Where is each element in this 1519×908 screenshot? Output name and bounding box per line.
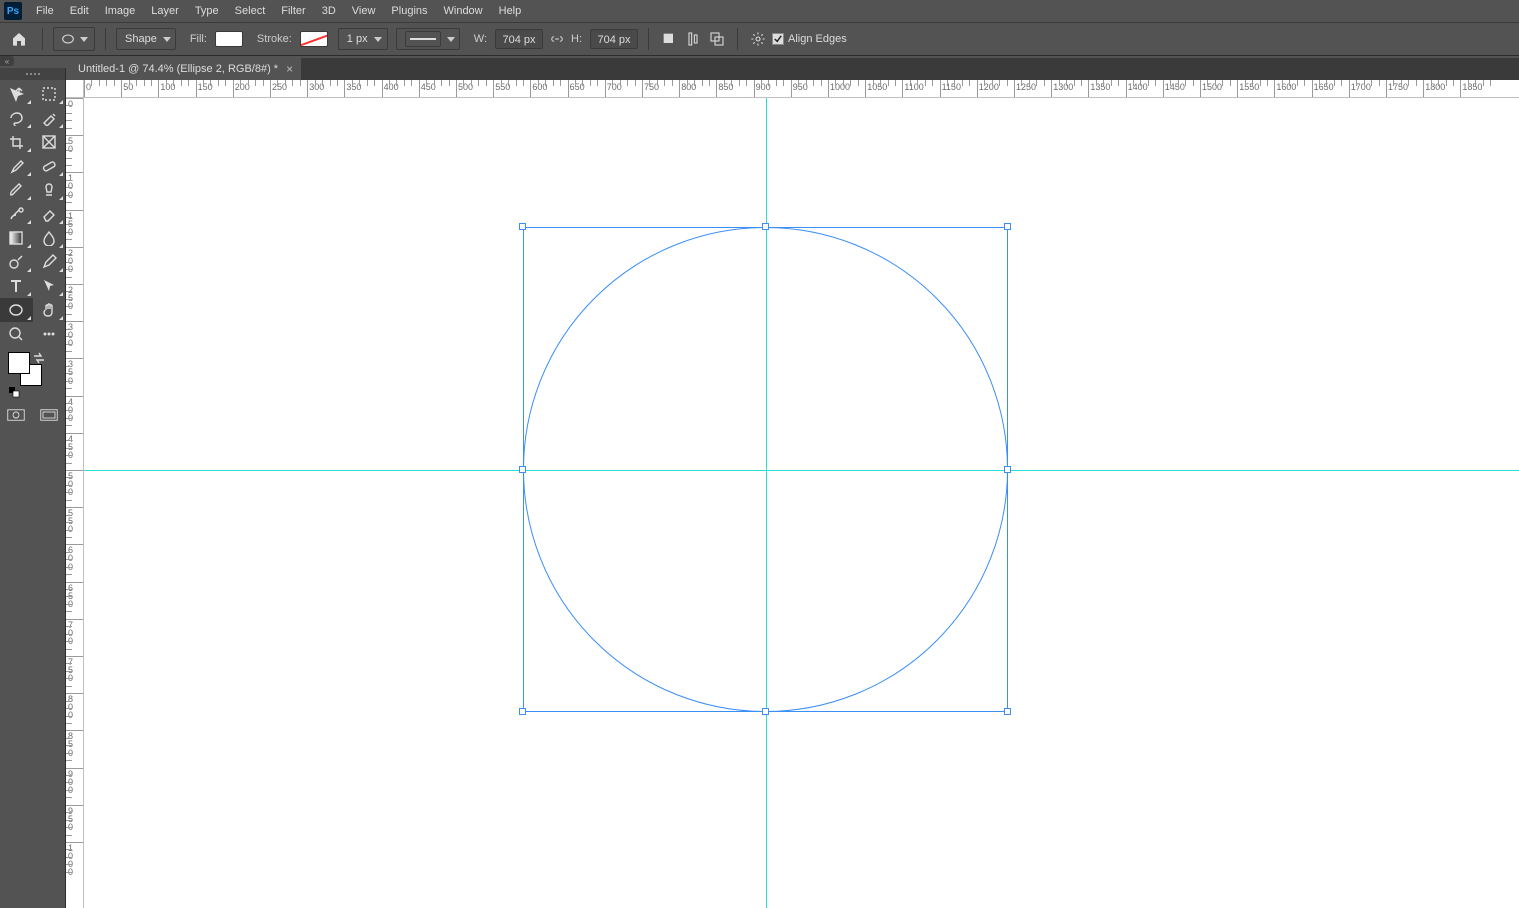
stroke-style-preview <box>405 31 441 47</box>
eraser-tool[interactable] <box>33 202 66 226</box>
transform-handle[interactable] <box>519 466 526 473</box>
app-logo: Ps <box>4 2 22 20</box>
divider <box>105 28 106 50</box>
zoom-tool[interactable] <box>0 322 33 346</box>
lasso-tool[interactable] <box>0 106 33 130</box>
divider <box>648 28 649 50</box>
transform-handle[interactable] <box>519 708 526 715</box>
crop-tool[interactable] <box>0 130 33 154</box>
options-bar: Shape Fill: Stroke: 1 px W: 704 px H: 70… <box>0 22 1519 56</box>
ruler-origin[interactable] <box>66 80 84 98</box>
shape-height-input[interactable]: 704 px <box>590 29 638 49</box>
path-operations-button[interactable] <box>659 29 679 49</box>
tool-preset-picker[interactable] <box>53 27 95 51</box>
home-button[interactable] <box>6 26 32 52</box>
shape-width-input[interactable]: 704 px <box>495 29 543 49</box>
stroke-style-dropdown[interactable] <box>396 28 460 50</box>
divider <box>42 28 43 50</box>
panel-collapse-handle[interactable]: « <box>0 56 14 66</box>
move-tool[interactable] <box>0 82 33 106</box>
path-select-tool[interactable] <box>33 274 66 298</box>
quick-select-tool[interactable] <box>33 106 66 130</box>
checkbox-icon <box>772 33 784 45</box>
pen-tool[interactable] <box>33 250 66 274</box>
menu-bar: Ps FileEditImageLayerTypeSelectFilter3DV… <box>0 0 1519 22</box>
transform-handle[interactable] <box>519 223 526 230</box>
menu-view[interactable]: View <box>344 1 384 21</box>
stroke-swatch[interactable] <box>300 31 328 47</box>
divider <box>737 28 738 50</box>
fill-swatch[interactable] <box>215 31 243 47</box>
menu-3d[interactable]: 3D <box>314 1 344 21</box>
default-colors-icon[interactable] <box>8 386 20 398</box>
link-wh-icon[interactable] <box>547 29 567 49</box>
chevron-down-icon <box>374 37 382 42</box>
hand-tool[interactable] <box>33 298 66 322</box>
blur-tool[interactable] <box>33 226 66 250</box>
vertical-ruler[interactable]: 05 01 0 01 5 02 0 02 5 03 0 03 5 04 0 04… <box>66 98 84 908</box>
healing-tool[interactable] <box>33 154 66 178</box>
shape-options-button[interactable] <box>748 29 768 49</box>
transform-handle[interactable] <box>1004 223 1011 230</box>
stroke-width-value: 1 px <box>347 33 368 45</box>
transform-handle[interactable] <box>1004 708 1011 715</box>
menu-image[interactable]: Image <box>97 1 144 21</box>
stroke-label: Stroke: <box>257 33 292 45</box>
menu-layer[interactable]: Layer <box>143 1 187 21</box>
close-icon[interactable]: × <box>286 62 293 76</box>
path-arrangement-button[interactable] <box>707 29 727 49</box>
menu-type[interactable]: Type <box>187 1 227 21</box>
dodge-tool[interactable] <box>0 250 33 274</box>
document-tab[interactable]: Untitled-1 @ 74.4% (Ellipse 2, RGB/8#) *… <box>66 58 301 80</box>
stamp-tool[interactable] <box>33 178 66 202</box>
horizontal-ruler[interactable]: 0501001502002503003504004505005506006507… <box>84 80 1519 98</box>
canvas[interactable] <box>84 98 1519 908</box>
canvas-host: 0501001502002503003504004505005506006507… <box>66 80 1519 908</box>
menu-filter[interactable]: Filter <box>273 1 313 21</box>
brush-tool[interactable] <box>0 178 33 202</box>
height-label: H: <box>571 33 582 45</box>
chevron-down-icon <box>163 37 171 42</box>
tools-panel <box>0 68 66 908</box>
menu-plugins[interactable]: Plugins <box>383 1 435 21</box>
edit-toolbar[interactable] <box>33 322 66 346</box>
frame-tool[interactable] <box>33 130 66 154</box>
screen-mode-icon[interactable] <box>40 408 58 422</box>
chevron-down-icon <box>447 37 455 42</box>
marquee-tool[interactable] <box>33 82 66 106</box>
menu-file[interactable]: File <box>28 1 62 21</box>
width-label: W: <box>474 33 487 45</box>
align-edges-checkbox[interactable]: Align Edges <box>772 33 847 45</box>
foreground-color-chip[interactable] <box>8 352 30 374</box>
menu-edit[interactable]: Edit <box>62 1 97 21</box>
shape-tool[interactable] <box>0 298 33 322</box>
path-alignment-button[interactable] <box>683 29 703 49</box>
fill-label: Fill: <box>190 33 207 45</box>
align-edges-label: Align Edges <box>788 33 847 45</box>
tool-mode-value: Shape <box>125 33 157 45</box>
tool-mode-dropdown[interactable]: Shape <box>116 28 176 50</box>
chevron-down-icon <box>80 37 88 42</box>
menu-window[interactable]: Window <box>436 1 491 21</box>
toolbar-grip[interactable] <box>0 68 65 80</box>
quick-mask-icon[interactable] <box>7 408 25 422</box>
history-brush-tool[interactable] <box>0 202 33 226</box>
selection-bounding-box[interactable] <box>523 227 1008 712</box>
stroke-width-dropdown[interactable]: 1 px <box>338 28 388 50</box>
transform-handle[interactable] <box>762 708 769 715</box>
document-tab-strip: Untitled-1 @ 74.4% (Ellipse 2, RGB/8#) *… <box>66 58 1519 80</box>
transform-handle[interactable] <box>1004 466 1011 473</box>
menu-help[interactable]: Help <box>491 1 530 21</box>
menu-select[interactable]: Select <box>227 1 274 21</box>
color-chips <box>8 352 57 402</box>
eyedropper-tool[interactable] <box>0 154 33 178</box>
gradient-tool[interactable] <box>0 226 33 250</box>
swap-colors-icon[interactable] <box>33 352 45 364</box>
transform-handle[interactable] <box>762 223 769 230</box>
type-tool[interactable] <box>0 274 33 298</box>
document-tab-title: Untitled-1 @ 74.4% (Ellipse 2, RGB/8#) * <box>78 63 278 75</box>
